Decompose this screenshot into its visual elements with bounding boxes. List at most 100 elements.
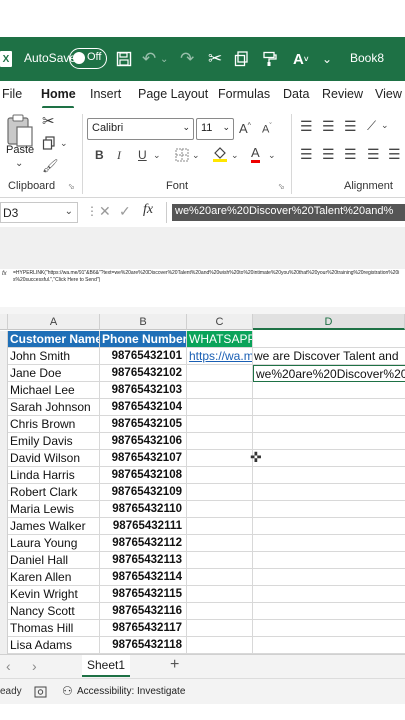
column-header-c[interactable]: C [187, 314, 253, 330]
accessibility-status[interactable]: Accessibility: Investigate [77, 686, 185, 697]
cell-whatsapp[interactable] [187, 399, 253, 416]
autosave-toggle[interactable]: Off [69, 48, 107, 69]
cell-d[interactable] [253, 416, 405, 433]
cell-d[interactable] [253, 518, 405, 535]
cell-phone-number[interactable]: 98765432105 [100, 416, 187, 433]
fill-dropdown-icon[interactable]: ⌄ [231, 150, 239, 161]
cell-d[interactable]: we are Discover Talent and [253, 348, 405, 365]
worksheet-grid[interactable]: A B C D Customer Name Phone Number WHATSAP… [0, 314, 405, 654]
cell-d[interactable] [253, 569, 405, 586]
formula-input[interactable]: we%20are%20Discover%20Talent%20and% [172, 204, 405, 221]
tab-home[interactable]: Home [41, 87, 76, 101]
cell-d[interactable] [253, 467, 405, 484]
cell-phone-number[interactable]: 98765432109 [100, 484, 187, 501]
macro-recorder-icon[interactable] [34, 685, 47, 703]
paste-label[interactable]: Paste [6, 144, 34, 156]
align-center-icon[interactable]: ☰ [322, 146, 335, 163]
cell-phone-number[interactable]: 98765432115 [100, 586, 187, 603]
bold-button[interactable]: B [95, 148, 104, 162]
insert-function-button[interactable]: fx [143, 202, 153, 218]
align-top-icon[interactable]: ☰ [300, 118, 313, 135]
cell-customer-name[interactable]: Chris Brown [8, 416, 100, 433]
cell-phone-number[interactable]: 98765432103 [100, 382, 187, 399]
tab-data[interactable]: Data [283, 87, 309, 101]
cell-phone-number[interactable]: 98765432116 [100, 603, 187, 620]
cell-whatsapp[interactable] [187, 450, 253, 467]
format-painter-icon[interactable] [262, 48, 277, 70]
cell-phone-number[interactable]: 98765432102 [100, 365, 187, 382]
cell-customer-name[interactable]: Robert Clark [8, 484, 100, 501]
align-middle-icon[interactable]: ☰ [322, 118, 335, 135]
cut-icon-ribbon[interactable]: ✂ [42, 112, 55, 130]
cell-phone-number[interactable]: 98765432106 [100, 433, 187, 450]
font-size-box[interactable]: 11 ⌄ [196, 118, 234, 140]
tab-formulas[interactable]: Formulas [218, 87, 270, 101]
cell-customer-name[interactable]: Kevin Wright [8, 586, 100, 603]
save-icon[interactable] [116, 48, 132, 70]
font-color-dropdown-icon[interactable]: ⌄ [268, 150, 276, 161]
tab-insert[interactable]: Insert [90, 87, 121, 101]
column-header-a[interactable]: A [8, 314, 100, 330]
align-left-icon[interactable]: ☰ [300, 146, 313, 163]
font-name-box[interactable]: Calibri ⌄ [87, 118, 194, 140]
select-all-corner[interactable] [0, 314, 8, 330]
cancel-icon[interactable]: ✕ [99, 203, 111, 220]
cell-d[interactable] [253, 586, 405, 603]
customize-toolbar-icon[interactable]: ⌄ [322, 48, 332, 70]
format-painter-icon-ribbon[interactable]: 🖌 [42, 158, 59, 174]
sheet-tab-sheet1[interactable]: Sheet1 [82, 655, 130, 677]
font-size-icon[interactable]: A ˅ [293, 48, 309, 70]
increase-indent-icon[interactable]: ☰ [388, 146, 401, 163]
cell-phone-number[interactable]: 98765432104 [100, 399, 187, 416]
font-color-button[interactable]: A [251, 146, 260, 163]
cell-d1[interactable] [253, 331, 405, 348]
cell-customer-name[interactable]: Linda Harris [8, 467, 100, 484]
cell-d[interactable] [253, 637, 405, 654]
underline-dropdown-icon[interactable]: ⌄ [153, 150, 161, 161]
orientation-dropdown-icon[interactable]: ⌄ [381, 120, 389, 131]
clipboard-launcher-icon[interactable]: ⬂ [68, 182, 75, 191]
cell-d[interactable] [253, 484, 405, 501]
font-launcher-icon[interactable]: ⬂ [278, 182, 285, 191]
cell-whatsapp[interactable] [187, 586, 253, 603]
borders-dropdown-icon[interactable]: ⌄ [192, 150, 200, 161]
cell-d[interactable] [253, 501, 405, 518]
cell-whatsapp[interactable] [187, 382, 253, 399]
cell-whatsapp[interactable] [187, 467, 253, 484]
cell-whatsapp[interactable] [187, 535, 253, 552]
redo-icon[interactable]: ↷ [180, 48, 194, 70]
tab-file[interactable]: File [2, 87, 22, 101]
row-header-gutter[interactable] [0, 331, 8, 654]
cell-whatsapp[interactable] [187, 501, 253, 518]
tab-review[interactable]: Review [322, 87, 363, 101]
cell-phone-number[interactable]: 98765432108 [100, 467, 187, 484]
cell-whatsapp[interactable] [187, 620, 253, 637]
cell-customer-name[interactable]: Laura Young [8, 535, 100, 552]
copy-icon[interactable] [234, 48, 249, 70]
cell-d[interactable] [253, 603, 405, 620]
paste-dropdown-icon[interactable]: ⌄ [15, 158, 23, 169]
cell-customer-name[interactable]: Karen Allen [8, 569, 100, 586]
cell-customer-name[interactable]: Daniel Hall [8, 552, 100, 569]
cell-phone-number[interactable]: 98765432114 [100, 569, 187, 586]
copy-dropdown-icon[interactable]: ⌄ [60, 138, 68, 149]
excel-icon[interactable]: X [0, 51, 12, 67]
cell-phone-number[interactable]: 98765432110 [100, 501, 187, 518]
cell-whatsapp[interactable] [187, 603, 253, 620]
next-sheet-icon[interactable]: › [32, 658, 37, 674]
cell-customer-name[interactable]: Lisa Adams [8, 637, 100, 654]
cell-phone-number[interactable]: 98765432113 [100, 552, 187, 569]
align-bottom-icon[interactable]: ☰ [344, 118, 357, 135]
cell-customer-name[interactable]: Maria Lewis [8, 501, 100, 518]
cell-whatsapp[interactable] [187, 365, 253, 382]
header-customer-name[interactable]: Customer Name [8, 331, 100, 348]
cell-d[interactable] [253, 620, 405, 637]
cut-icon[interactable]: ✂ [208, 48, 222, 70]
tab-view[interactable]: View [375, 87, 402, 101]
cell-phone-number[interactable]: 98765432101 [100, 348, 187, 365]
undo-dropdown-icon[interactable]: ⌄ [160, 48, 168, 70]
copy-icon-ribbon[interactable] [42, 136, 56, 156]
add-sheet-button[interactable]: + [170, 656, 179, 674]
align-right-icon[interactable]: ☰ [344, 146, 357, 163]
cell-customer-name[interactable]: Michael Lee [8, 382, 100, 399]
